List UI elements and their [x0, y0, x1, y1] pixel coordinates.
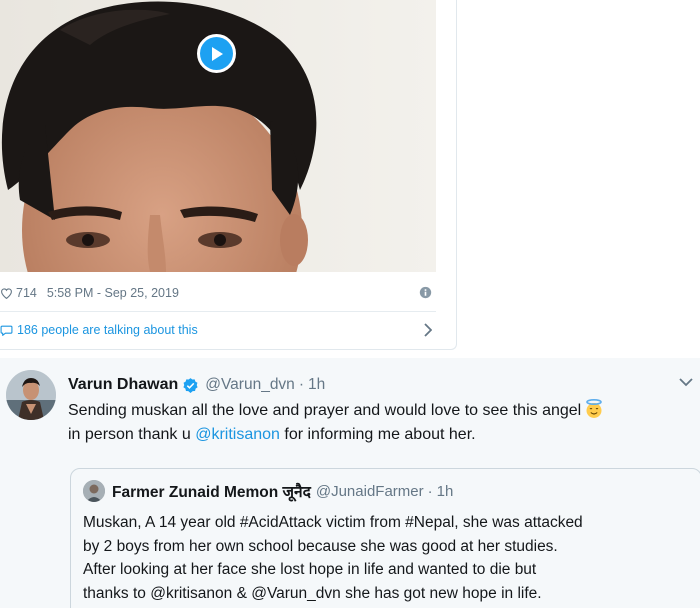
verified-icon	[183, 377, 198, 393]
like-count: 714	[16, 286, 37, 300]
divider	[0, 311, 436, 312]
avatar[interactable]	[6, 370, 56, 420]
separator-dot: ·	[298, 376, 304, 393]
tweet-timestamp[interactable]: 5:58 PM - Sep 25, 2019	[47, 286, 179, 300]
display-name[interactable]: Varun Dhawan	[68, 376, 178, 394]
speech-bubble-icon	[0, 325, 13, 336]
quoted-tweet-card[interactable]: Farmer Zunaid Memon जूनैद @JunaidFarmer …	[70, 468, 700, 608]
chevron-right-icon	[424, 323, 432, 337]
play-button[interactable]	[197, 34, 236, 73]
angel-emoji-icon	[586, 399, 603, 418]
video-thumbnail[interactable]	[0, 0, 436, 272]
quote-text-line: thanks to @kritisanon & @Varun_dvn she h…	[83, 584, 542, 602]
info-icon[interactable]	[419, 286, 432, 299]
quote-display-name: Farmer Zunaid Memon जूनैद	[112, 484, 311, 501]
embedded-tweet-card: 714 5:58 PM - Sep 25, 2019 186 people ar…	[0, 0, 457, 350]
quote-avatar	[83, 480, 105, 502]
user-handle[interactable]: @Varun_dvn	[205, 376, 295, 394]
quote-text-line: After looking at her face she lost hope …	[83, 561, 537, 578]
caret-down-icon[interactable]	[678, 377, 694, 387]
separator-dot: ·	[427, 482, 433, 500]
tweet-header: Varun Dhawan @Varun_dvn · 1h	[68, 374, 325, 396]
timeline-tweet: Varun Dhawan @Varun_dvn · 1h Sending mus…	[0, 358, 700, 608]
mention-link[interactable]: @kritisanon	[195, 426, 280, 443]
quote-header: Farmer Zunaid Memon जूनैद @JunaidFarmer …	[83, 479, 453, 503]
tweet-text-line: Sending muskan all the love and prayer a…	[68, 399, 693, 423]
quote-text-line: by 2 boys from her own school because sh…	[83, 537, 558, 555]
quote-text: Muskan, A 14 year old #AcidAttack victim…	[83, 511, 698, 605]
tweet-meta-row: 714 5:58 PM - Sep 25, 2019	[0, 284, 436, 302]
quote-text-line: Muskan, A 14 year old #AcidAttack victim…	[83, 514, 583, 531]
quote-time: 1h	[436, 482, 454, 500]
conversation-link[interactable]: 186 people are talking about this	[0, 320, 436, 340]
tweet-text-line: in person thank u @kritisanon for inform…	[68, 426, 476, 443]
talking-count-text: 186 people are talking about this	[17, 323, 198, 337]
tweet-time[interactable]: 1h	[308, 376, 325, 394]
tweet-text: Sending muskan all the love and prayer a…	[68, 399, 693, 447]
heart-icon[interactable]	[0, 287, 13, 300]
quote-user-handle: @JunaidFarmer	[315, 482, 424, 500]
play-icon	[200, 37, 233, 70]
